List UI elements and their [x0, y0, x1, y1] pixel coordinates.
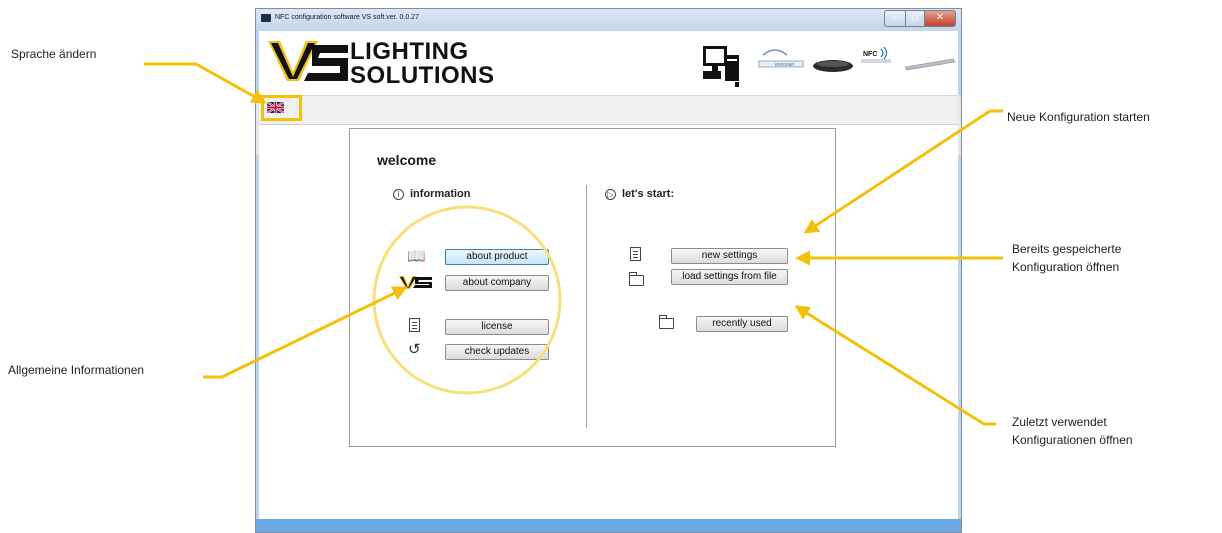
callout-open-saved-line2: Konfiguration öffnen — [1012, 260, 1120, 274]
arrow-general-info — [203, 286, 408, 379]
callout-recent-line2: Konfigurationen öffnen — [1012, 433, 1133, 447]
information-highlight-circle — [372, 205, 562, 395]
arrow-change-language — [144, 62, 267, 104]
callout-general-info: Allgemeine Informationen — [8, 363, 145, 377]
arrow-recently-used — [794, 305, 996, 426]
callout-new-configuration: Neue Konfiguration starten — [1007, 110, 1150, 124]
callout-recent-line1: Zuletzt verwendet — [1012, 415, 1107, 429]
callout-change-language: Sprache ändern — [11, 47, 97, 61]
arrow-new-settings — [803, 109, 1003, 234]
callout-open-saved-line1: Bereits gespeicherte — [1012, 242, 1122, 256]
